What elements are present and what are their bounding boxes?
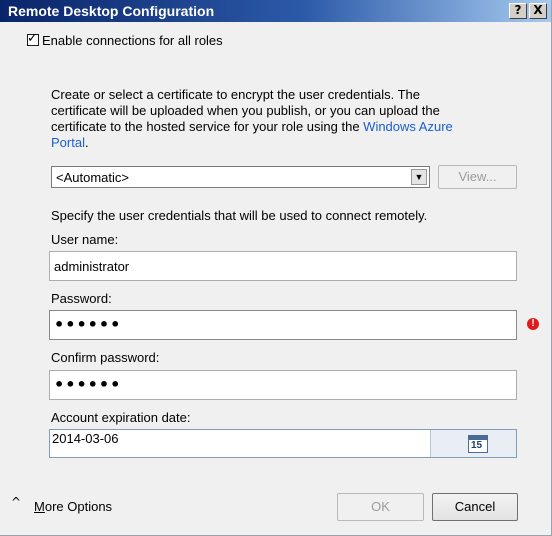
certificate-select-value: <Automatic> <box>56 170 129 185</box>
description-line-4: Portal. <box>51 135 453 151</box>
chevron-up-icon[interactable]: ^ <box>11 495 21 509</box>
more-options-mnemonic: M <box>34 499 45 514</box>
expiration-label: Account expiration date: <box>51 410 191 425</box>
password-value: •••••• <box>54 315 122 334</box>
checkmark-icon: ✓ <box>27 31 38 46</box>
description-line-3: certificate to the hosted service for yo… <box>51 119 453 135</box>
error-icon: ! <box>527 318 539 330</box>
username-input[interactable]: administrator <box>49 251 517 281</box>
enable-connections-label[interactable]: Enable connections for all roles <box>42 33 223 48</box>
calendar-icon: 15 <box>468 435 488 453</box>
title-bar[interactable]: Remote Desktop Configuration ? X <box>0 0 551 22</box>
view-certificate-button[interactable]: View... <box>438 165 517 189</box>
more-options-label: ore Options <box>44 499 113 514</box>
window-title: Remote Desktop Configuration <box>8 3 215 19</box>
description-line-2: certificate will be uploaded when you pu… <box>51 103 440 118</box>
chevron-down-icon[interactable]: ▼ <box>411 169 427 185</box>
expiration-date-value[interactable]: 2014-03-06 <box>52 431 119 446</box>
help-button[interactable]: ? <box>509 3 527 19</box>
calendar-day: 15 <box>471 440 483 451</box>
certificate-select[interactable]: <Automatic> ▼ <box>51 166 430 188</box>
username-label: User name: <box>51 232 119 247</box>
close-button[interactable]: X <box>529 3 547 19</box>
ok-button[interactable]: OK <box>337 493 424 521</box>
remote-desktop-dialog: Remote Desktop Configuration ? X ✓ Enabl… <box>0 0 552 536</box>
password-input[interactable]: •••••• <box>49 310 517 340</box>
credentials-instruction: Specify the user credentials that will b… <box>51 208 428 223</box>
description-suffix: . <box>84 135 89 150</box>
azure-portal-link-a[interactable]: Windows Azure <box>363 119 453 134</box>
enable-connections-checkbox[interactable]: ✓ <box>27 31 39 46</box>
expiration-date-field[interactable]: 2014-03-06 15 <box>49 429 517 458</box>
confirm-password-value: •••••• <box>54 375 122 394</box>
date-picker-button[interactable]: 15 <box>430 430 516 457</box>
confirm-password-label: Confirm password: <box>51 350 160 365</box>
certificate-description: Create or select a certificate to encryp… <box>51 87 453 151</box>
cancel-button[interactable]: Cancel <box>432 493 518 521</box>
description-line-1: Create or select a certificate to encryp… <box>51 87 420 102</box>
confirm-password-input[interactable]: •••••• <box>49 370 517 400</box>
password-label: Password: <box>51 291 112 306</box>
description-line-3-text: certificate to the hosted service for yo… <box>51 119 364 134</box>
azure-portal-link-b[interactable]: Portal <box>51 135 85 150</box>
more-options-button[interactable]: More Options <box>34 499 112 514</box>
username-value: administrator <box>54 259 130 274</box>
